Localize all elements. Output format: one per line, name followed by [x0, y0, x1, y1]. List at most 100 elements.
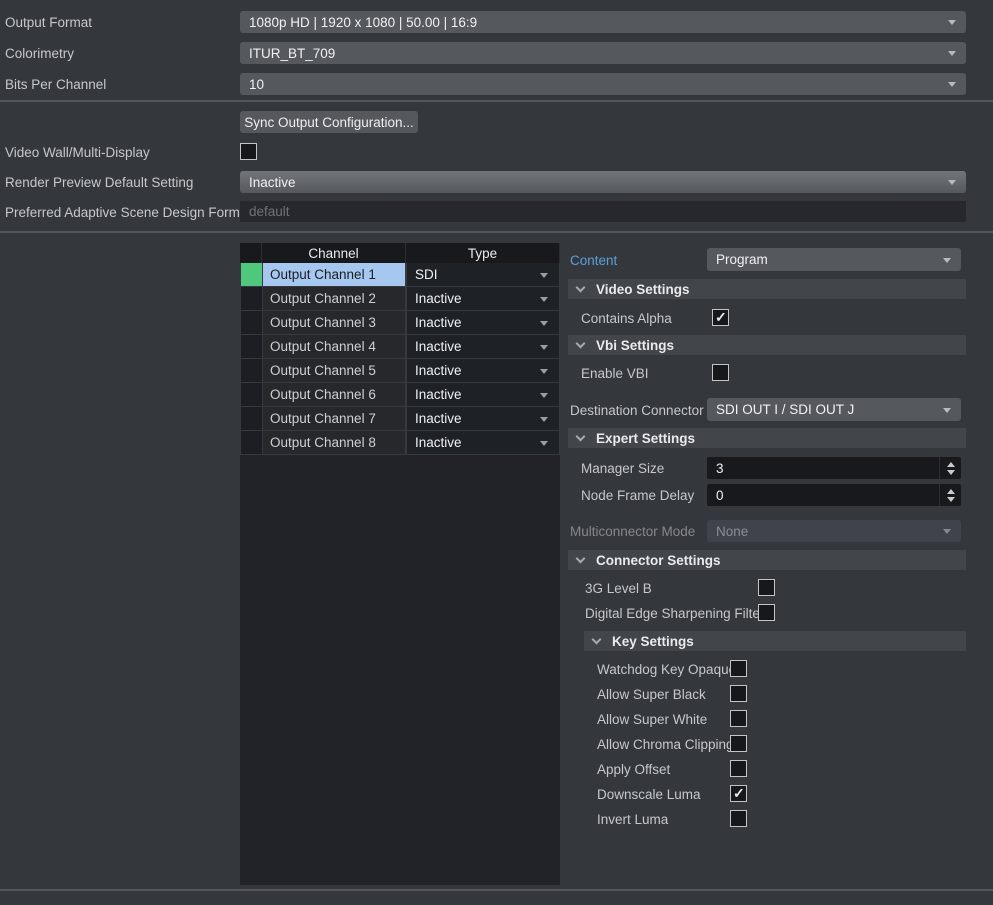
chevron-expanded-icon — [576, 339, 586, 349]
channel-type-value: Inactive — [415, 387, 462, 402]
section-title: Connector Settings — [596, 553, 721, 568]
divider — [0, 889, 993, 891]
chevron-down-icon — [540, 369, 548, 374]
step-up-icon[interactable] — [947, 489, 955, 494]
channel-type-dropdown[interactable]: Inactive — [406, 407, 560, 431]
stepper-buttons[interactable] — [939, 484, 961, 506]
output-configuration-panel: Output Format 1080p HD | 1920 x 1080 | 5… — [0, 0, 993, 905]
preferred-format-input[interactable] — [240, 201, 966, 222]
table-row[interactable]: Output Channel 2 Inactive — [240, 287, 560, 311]
enable-vbi-checkbox[interactable] — [712, 364, 729, 381]
3g-level-b-checkbox[interactable] — [758, 579, 775, 596]
channel-type-dropdown[interactable]: SDI — [406, 263, 560, 287]
video-wall-checkbox[interactable] — [240, 143, 257, 160]
channel-name-cell[interactable]: Output Channel 8 — [262, 431, 406, 455]
allow-super-black-label: Allow Super Black — [597, 687, 706, 702]
downscale-luma-checkbox[interactable] — [730, 785, 747, 802]
chevron-expanded-icon — [576, 432, 586, 442]
invert-luma-checkbox[interactable] — [730, 810, 747, 827]
table-row[interactable]: Output Channel 7 Inactive — [240, 407, 560, 431]
chevron-down-icon — [948, 82, 956, 87]
channel-type-value: Inactive — [415, 411, 462, 426]
output-channel-table: Channel Type Output Channel 1 SDI Output… — [240, 243, 560, 885]
table-row[interactable]: Output Channel 8 Inactive — [240, 431, 560, 455]
section-title: Key Settings — [612, 634, 694, 649]
table-row[interactable]: Output Channel 1 SDI — [240, 263, 560, 287]
step-up-icon[interactable] — [947, 462, 955, 467]
chevron-expanded-icon — [576, 283, 586, 293]
channel-type-dropdown[interactable]: Inactive — [406, 287, 560, 311]
allow-super-white-checkbox[interactable] — [730, 710, 747, 727]
sync-output-configuration-button[interactable]: Sync Output Configuration... — [240, 111, 418, 133]
channel-type-dropdown[interactable]: Inactive — [406, 359, 560, 383]
3g-level-b-label: 3G Level B — [585, 581, 652, 596]
bits-per-channel-dropdown[interactable]: 10 — [240, 73, 966, 95]
channel-type-value: Inactive — [415, 435, 462, 450]
channel-type-dropdown[interactable]: Inactive — [406, 431, 560, 455]
edge-sharpening-filter-checkbox[interactable] — [758, 604, 775, 621]
channel-name-cell[interactable]: Output Channel 2 — [262, 287, 406, 311]
content-value: Program — [716, 252, 768, 267]
destination-connector-label: Destination Connector — [570, 403, 704, 418]
status-indicator — [240, 335, 262, 359]
key-settings-section-header[interactable]: Key Settings — [584, 631, 966, 651]
allow-chroma-clipping-label: Allow Chroma Clipping — [597, 737, 734, 752]
connector-settings-section-header[interactable]: Connector Settings — [568, 550, 966, 570]
status-indicator — [240, 359, 262, 383]
colorimetry-dropdown[interactable]: ITUR_BT_709 — [240, 42, 966, 64]
video-settings-section-header[interactable]: Video Settings — [568, 279, 966, 299]
table-row[interactable]: Output Channel 5 Inactive — [240, 359, 560, 383]
chevron-down-icon — [948, 20, 956, 25]
destination-connector-dropdown[interactable]: SDI OUT I / SDI OUT J — [707, 398, 961, 421]
chevron-down-icon — [540, 393, 548, 398]
output-format-value: 1080p HD | 1920 x 1080 | 50.00 | 16:9 — [249, 15, 477, 30]
manager-size-stepper[interactable]: 3 — [707, 457, 961, 479]
allow-super-black-checkbox[interactable] — [730, 685, 747, 702]
channel-name-cell[interactable]: Output Channel 1 — [262, 263, 406, 287]
table-row[interactable]: Output Channel 6 Inactive — [240, 383, 560, 407]
status-column-header — [240, 243, 262, 263]
output-format-dropdown[interactable]: 1080p HD | 1920 x 1080 | 50.00 | 16:9 — [240, 11, 966, 33]
channel-type-dropdown[interactable]: Inactive — [406, 383, 560, 407]
channel-name-cell[interactable]: Output Channel 4 — [262, 335, 406, 359]
channel-type-dropdown[interactable]: Inactive — [406, 311, 560, 335]
divider — [0, 100, 993, 102]
divider — [0, 231, 993, 233]
content-dropdown[interactable]: Program — [707, 248, 961, 271]
node-frame-delay-stepper[interactable]: 0 — [707, 484, 961, 506]
content-label: Content — [570, 253, 617, 268]
channel-name-cell[interactable]: Output Channel 6 — [262, 383, 406, 407]
status-indicator — [240, 311, 262, 335]
table-row[interactable]: Output Channel 4 Inactive — [240, 335, 560, 359]
table-row[interactable]: Output Channel 3 Inactive — [240, 311, 560, 335]
section-title: Video Settings — [596, 282, 690, 297]
manager-size-value: 3 — [716, 461, 724, 476]
enable-vbi-label: Enable VBI — [581, 366, 649, 381]
chevron-down-icon — [943, 408, 951, 413]
status-indicator — [240, 263, 262, 287]
vbi-settings-section-header[interactable]: Vbi Settings — [568, 335, 966, 355]
stepper-buttons[interactable] — [939, 457, 961, 479]
channel-type-dropdown[interactable]: Inactive — [406, 335, 560, 359]
chevron-expanded-icon — [592, 635, 602, 645]
node-frame-delay-value: 0 — [716, 488, 724, 503]
watchdog-key-opaque-checkbox[interactable] — [730, 660, 747, 677]
contains-alpha-checkbox[interactable] — [712, 309, 729, 326]
channel-name-cell[interactable]: Output Channel 3 — [262, 311, 406, 335]
step-down-icon[interactable] — [947, 497, 955, 502]
channel-name-cell[interactable]: Output Channel 5 — [262, 359, 406, 383]
channel-type-value: Inactive — [415, 363, 462, 378]
colorimetry-label: Colorimetry — [5, 46, 74, 61]
status-indicator — [240, 407, 262, 431]
apply-offset-checkbox[interactable] — [730, 760, 747, 777]
channel-name-cell[interactable]: Output Channel 7 — [262, 407, 406, 431]
allow-chroma-clipping-checkbox[interactable] — [730, 735, 747, 752]
expert-settings-section-header[interactable]: Expert Settings — [568, 428, 966, 448]
render-preview-label: Render Preview Default Setting — [5, 175, 193, 190]
multiconnector-mode-label: Multiconnector Mode — [570, 524, 695, 539]
chevron-down-icon — [540, 441, 548, 446]
step-down-icon[interactable] — [947, 470, 955, 475]
render-preview-dropdown[interactable]: Inactive — [240, 171, 966, 193]
chevron-down-icon — [540, 321, 548, 326]
status-indicator — [240, 287, 262, 311]
